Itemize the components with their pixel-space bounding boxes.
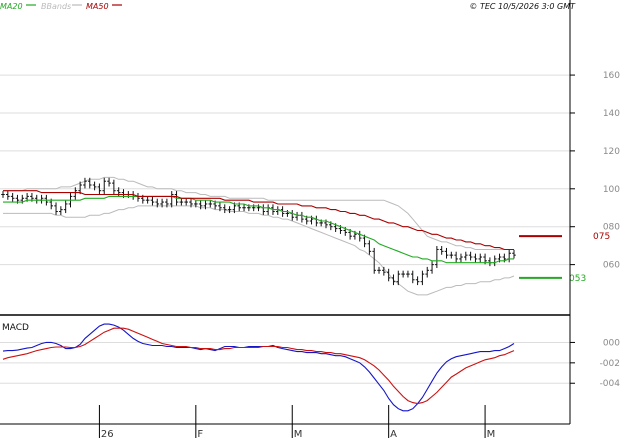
x-axis-tick-label: F xyxy=(197,429,203,440)
price-bar xyxy=(406,270,410,278)
copyright-text: © TEC 10/5/2026 3:0 GMT xyxy=(469,2,576,11)
price-bar xyxy=(59,206,63,215)
price-bar xyxy=(478,253,483,263)
price-bar xyxy=(449,251,454,259)
price-bar xyxy=(136,192,140,202)
x-axis-ticks: 26 F M A M xyxy=(98,405,496,440)
price-bar xyxy=(169,191,174,208)
price-bar xyxy=(179,198,184,206)
x-axis-tick-label: M xyxy=(294,429,303,440)
price-bar xyxy=(439,246,444,255)
macd-line xyxy=(2,323,515,412)
price-bar xyxy=(63,200,68,214)
x-axis-tick-label: M xyxy=(487,429,496,440)
price-bar xyxy=(377,266,381,274)
price-bar xyxy=(300,211,304,223)
price-bar xyxy=(102,177,107,195)
price-bar xyxy=(415,276,420,286)
price-bar xyxy=(367,240,372,255)
price-bar xyxy=(295,211,299,221)
price-bar xyxy=(112,179,116,195)
price-bar xyxy=(261,204,266,215)
macd-title: MACD xyxy=(2,323,29,333)
price-bar xyxy=(314,215,319,227)
legend-bbands-label: BBands xyxy=(41,2,71,11)
price-bar xyxy=(463,251,468,261)
price-bar xyxy=(34,194,39,204)
price-bars xyxy=(1,177,516,286)
price-bar xyxy=(184,198,188,206)
price-bar xyxy=(208,200,213,208)
price-bar xyxy=(410,270,415,284)
price-bar xyxy=(468,251,473,261)
price-bar xyxy=(357,230,362,242)
price-y-tick-label: 160 xyxy=(603,71,620,81)
price-bar xyxy=(1,191,5,198)
price-bar xyxy=(425,266,430,278)
legend: MA20 BBands MA50 xyxy=(0,2,122,11)
price-bar xyxy=(145,196,150,204)
price-bar xyxy=(512,249,516,259)
price-bar xyxy=(6,191,10,200)
signal-line xyxy=(2,327,515,405)
price-bar xyxy=(39,194,44,204)
price-bar xyxy=(459,253,463,263)
price-bar xyxy=(107,177,111,187)
price-gridlines xyxy=(0,74,575,266)
legend-ma50-label: MA50 xyxy=(86,2,109,11)
price-y-tick-label: 100 xyxy=(603,185,620,195)
price-bar xyxy=(10,192,15,202)
price-bar xyxy=(473,253,478,263)
x-axis-tick-label: A xyxy=(390,429,397,440)
price-bar xyxy=(242,204,246,212)
ma50-level-label: 075 xyxy=(593,232,610,242)
price-bar xyxy=(54,202,58,215)
price-bar xyxy=(382,266,386,276)
macd-y-tick-label: -004 xyxy=(600,379,621,389)
price-y-tick-label: 060 xyxy=(603,261,620,271)
price-bar xyxy=(401,270,405,278)
macd-y-tick-label: -002 xyxy=(600,359,620,369)
price-bar xyxy=(444,247,449,259)
price-y-tick-label: 120 xyxy=(603,147,620,157)
price-bar xyxy=(507,249,511,263)
ma-level-markers: 053 075 xyxy=(519,232,610,284)
stock-chart: MA20 BBands MA50 © TEC 10/5/2026 3:0 GMT… xyxy=(0,0,621,440)
macd-y-tick-label: 000 xyxy=(603,338,620,348)
macd-series xyxy=(2,323,515,412)
price-bar xyxy=(222,204,227,214)
legend-ma20-label: MA20 xyxy=(0,2,23,11)
ma20-level-label: 053 xyxy=(569,274,586,284)
price-bar xyxy=(227,206,232,214)
price-bar xyxy=(420,270,425,286)
x-axis-tick-label: 26 xyxy=(101,429,114,440)
price-bar xyxy=(290,210,295,221)
price-bar xyxy=(266,204,270,215)
macd-gridlines xyxy=(0,341,575,384)
price-y-tick-label: 140 xyxy=(603,109,620,119)
bollinger-bands xyxy=(3,176,515,296)
macd-y-tick-labels: 000 -002 -004 xyxy=(600,338,621,389)
price-bar xyxy=(430,261,434,274)
price-bar xyxy=(391,274,396,286)
price-bar xyxy=(372,247,376,274)
price-bar xyxy=(454,251,458,263)
price-bar xyxy=(150,196,155,206)
price-bar xyxy=(83,177,87,189)
